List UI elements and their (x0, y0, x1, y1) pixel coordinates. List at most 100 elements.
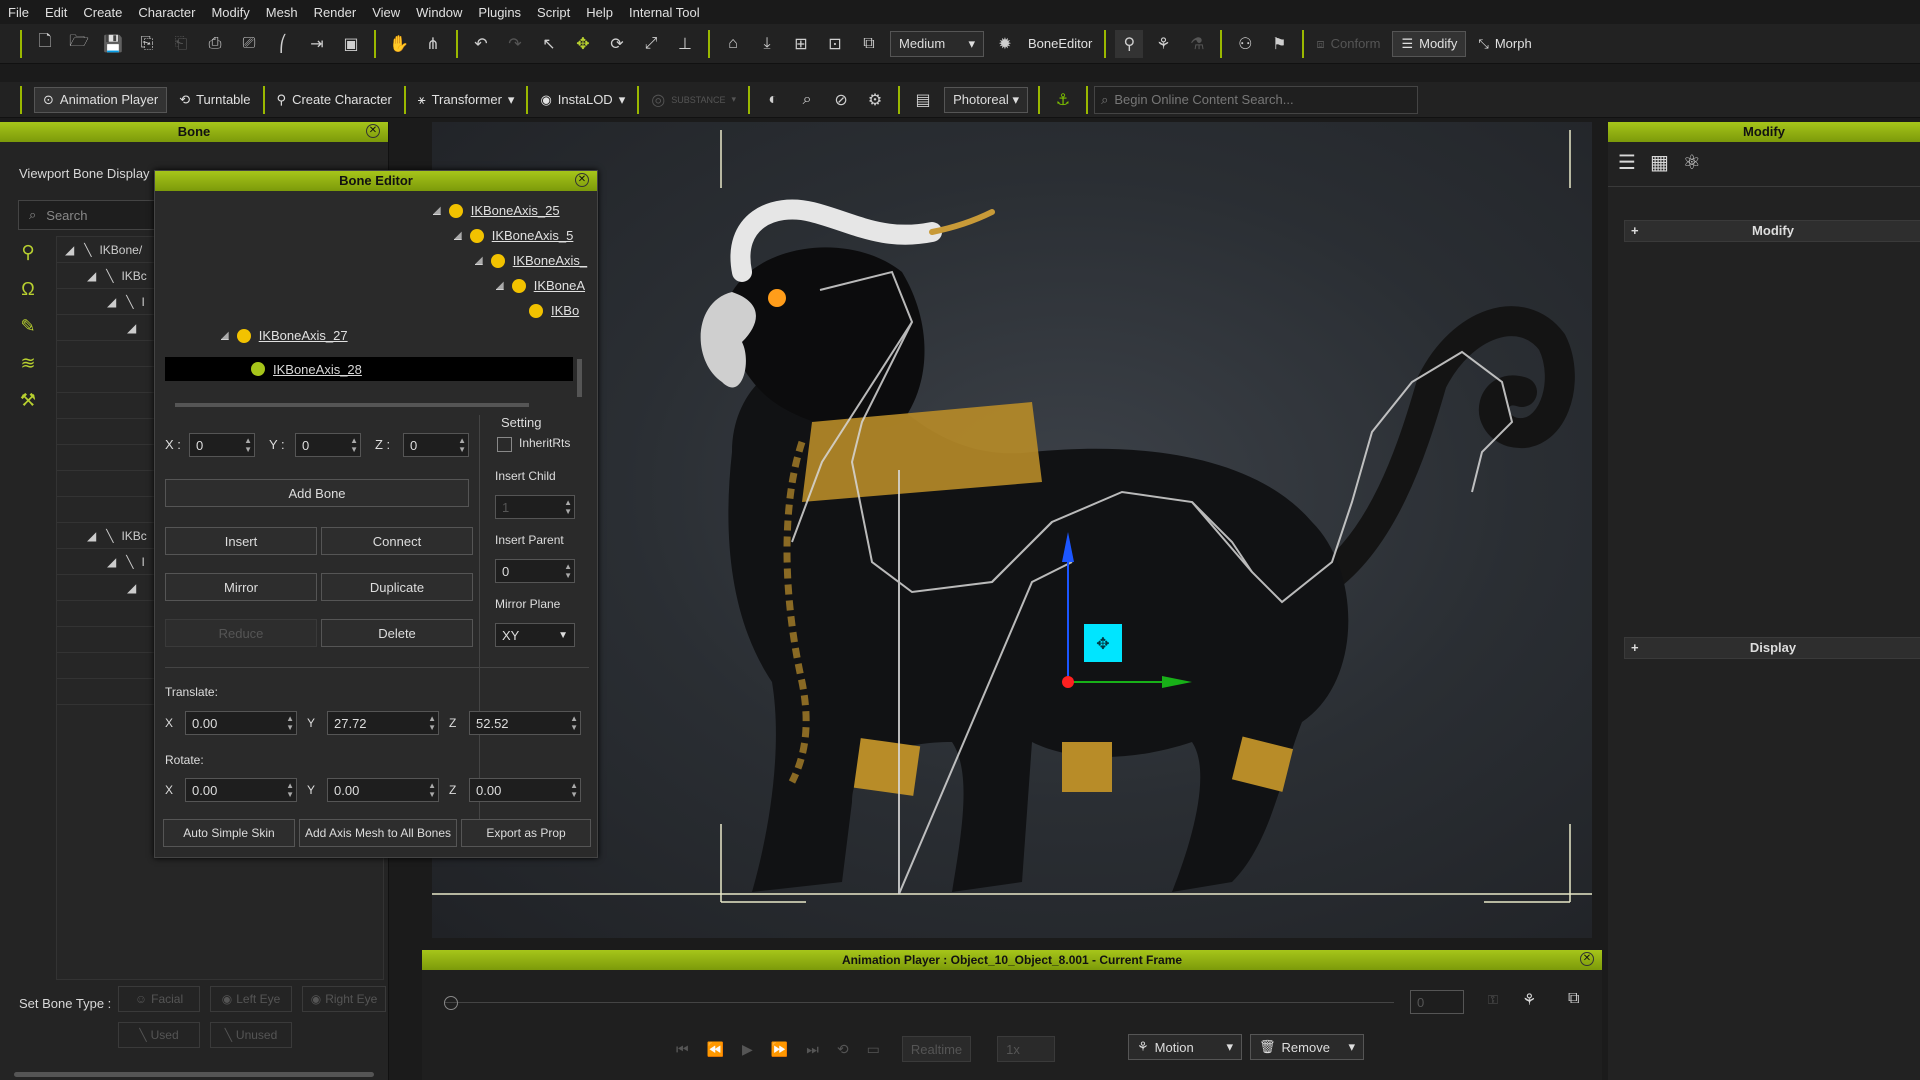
menu-character[interactable]: Character (130, 5, 203, 20)
close-icon[interactable]: ✕ (1580, 952, 1594, 966)
modify-button[interactable]: ☰ Modify (1392, 30, 1467, 57)
scale-icon[interactable]: ⤢ (637, 30, 665, 58)
tree-item-ikbo[interactable]: IKBo (529, 303, 579, 318)
motion-layer-icon[interactable]: ⚘ (1522, 990, 1536, 1010)
conform-button[interactable]: ⧈ Conform (1316, 36, 1380, 52)
menu-file[interactable]: File (0, 5, 37, 20)
redo-icon[interactable]: ↷ (501, 30, 529, 58)
omega-icon[interactable]: Ω (14, 275, 42, 303)
remove-button[interactable]: 🗑 Remove ▾ (1250, 1034, 1364, 1060)
transformer-button[interactable]: ⚹ Transformer ▾ (418, 92, 515, 108)
align-icon[interactable]: ⊥ (671, 30, 699, 58)
menu-internal-tool[interactable]: Internal Tool (621, 5, 708, 20)
render-icon[interactable]: ▣ (337, 30, 365, 58)
spinner-icon[interactable]: ▲ ▼ (564, 562, 572, 580)
spinner-icon[interactable]: ▲ ▼ (564, 498, 572, 516)
spinner-icon[interactable]: ▲ ▼ (458, 436, 466, 454)
zoom-icon[interactable]: ⌕ (793, 86, 821, 114)
bone-tool-icon[interactable]: ⚲ (1115, 29, 1144, 58)
render-preview-icon[interactable]: ▤ (909, 86, 937, 114)
sliders-icon[interactable]: ☰ (1618, 150, 1636, 175)
window-toggle-icon[interactable]: ⧉ (1568, 990, 1579, 1008)
tree-item-ikbonea[interactable]: ◢ IKBoneA (496, 278, 585, 293)
spinner-icon[interactable]: ▲ ▼ (244, 436, 252, 454)
skin-tool-icon[interactable]: ⚘ (1149, 30, 1177, 58)
plugin-icon[interactable]: ⚓ (1049, 86, 1077, 114)
tree-horizontal-scrollbar[interactable] (175, 403, 529, 407)
export-icon[interactable]: ⇥ (303, 30, 331, 58)
menu-window[interactable]: Window (408, 5, 470, 20)
loop-icon[interactable]: ⟲ (837, 1041, 849, 1058)
tree-item-ikboneaxis-25[interactable]: ◢ IKBoneAxis_25 (433, 203, 560, 218)
merge-icon[interactable]: ⎗ (167, 30, 195, 58)
add-axis-mesh-button[interactable]: Add Axis Mesh to All Bones (299, 819, 457, 847)
import-usd-icon[interactable]: ⎛ (269, 30, 297, 58)
insert-button[interactable]: Insert (165, 527, 317, 555)
hair-icon[interactable]: ≋ (14, 349, 42, 377)
frame-input[interactable]: 0 (1410, 990, 1464, 1014)
tree-selected-row[interactable]: IKBoneAxis_28 (165, 357, 573, 381)
menu-plugins[interactable]: Plugins (470, 5, 529, 20)
translate-z-input[interactable]: 52.52 ▲ ▼ (469, 711, 581, 735)
menu-edit[interactable]: Edit (37, 5, 75, 20)
spinner-icon[interactable]: ▲ ▼ (286, 781, 294, 799)
morph-button[interactable]: ⤡ Morph (1478, 36, 1531, 52)
weight-tool-icon[interactable]: ⚗ (1183, 30, 1211, 58)
menu-modify[interactable]: Modify (203, 5, 257, 20)
bone-cross-icon[interactable]: ⚒ (14, 386, 42, 414)
timeline-scrubber[interactable] (444, 996, 458, 1010)
x-input[interactable]: 0 ▲ ▼ (189, 433, 255, 457)
speed-select[interactable]: 1x (997, 1036, 1056, 1062)
motion-button[interactable]: ⚘ Motion ▾ (1128, 1034, 1242, 1060)
substance-button[interactable]: ◎ SUBSTANCE ▾ (651, 90, 736, 110)
play-icon[interactable]: ▶ (742, 1041, 753, 1058)
rotate-x-input[interactable]: 0.00 ▲ ▼ (185, 778, 297, 802)
range-icon[interactable]: ▭ (867, 1041, 880, 1058)
rotate-icon[interactable]: ⟳ (603, 30, 631, 58)
turntable-button[interactable]: ⟲ Turntable (179, 92, 250, 108)
duplicate-button[interactable]: Duplicate (321, 573, 473, 601)
next-frame-icon[interactable]: ⏩ (771, 1041, 788, 1058)
modify-section-header[interactable]: + Modify (1624, 220, 1920, 242)
realtime-select[interactable]: Realtime (901, 1036, 972, 1062)
rotate-y-input[interactable]: 0.00 ▲ ▼ (327, 778, 439, 802)
scene-icon[interactable]: ◐ (759, 86, 787, 114)
menu-script[interactable]: Script (529, 5, 578, 20)
inherit-rts-checkbox[interactable] (497, 437, 512, 452)
create-character-button[interactable]: ⚲ Create Character (277, 92, 392, 108)
gizmo-origin[interactable] (1062, 676, 1074, 688)
spinner-icon[interactable]: ▲ ▼ (286, 714, 294, 732)
spinner-icon[interactable]: ▲ ▼ (428, 781, 436, 799)
translate-x-input[interactable]: 0.00 ▲ ▼ (185, 711, 297, 735)
menu-render[interactable]: Render (306, 5, 365, 20)
atom-icon[interactable]: ⚛ (1683, 150, 1701, 175)
bone-editor-button[interactable]: BoneEditor (1028, 36, 1092, 51)
3d-viewport[interactable]: ✥ (432, 122, 1592, 938)
snapshot-icon[interactable]: ⧉ (855, 30, 883, 58)
unused-type-button[interactable]: ╲ Unused (210, 1022, 292, 1048)
new-project-icon[interactable]: ⎘ (133, 30, 161, 58)
menu-create[interactable]: Create (75, 5, 130, 20)
render-mode-select[interactable]: Photoreal ▾ (944, 86, 1029, 113)
reduce-button[interactable]: Reduce (165, 619, 317, 647)
settings-sliders-icon[interactable]: ⚙ (861, 86, 889, 114)
insert-parent-input[interactable]: 0 ▲ ▼ (495, 559, 575, 583)
skip-start-icon[interactable]: ⏮ (676, 1041, 689, 1058)
new-file-icon[interactable]: 🗋 (31, 30, 59, 58)
spinner-icon[interactable]: ▲ ▼ (570, 714, 578, 732)
home-camera-icon[interactable]: ⌂ (719, 30, 747, 58)
import-fbx-icon[interactable]: ⎚ (235, 30, 263, 58)
flag-icon[interactable]: ⚑ (1265, 30, 1293, 58)
left-eye-type-button[interactable]: ◉ Left Eye (210, 986, 292, 1012)
save-icon[interactable]: 💾 (99, 30, 127, 58)
frame-selected-icon[interactable]: ⊡ (821, 30, 849, 58)
bone-pen-icon[interactable]: ✎ (14, 312, 42, 340)
translate-y-input[interactable]: 27.72 ▲ ▼ (327, 711, 439, 735)
menu-view[interactable]: View (364, 5, 408, 20)
grab-icon[interactable]: ✋ (385, 30, 413, 58)
connect-button[interactable]: Connect (321, 527, 473, 555)
select-arrow-icon[interactable]: ↖ (535, 30, 563, 58)
tree-item-ikboneaxis-27[interactable]: ◢ IKBoneAxis_27 (221, 328, 348, 343)
auto-simple-skin-button[interactable]: Auto Simple Skin (163, 819, 295, 847)
content-search-input[interactable]: ⌕ Begin Online Content Search... (1094, 85, 1419, 114)
